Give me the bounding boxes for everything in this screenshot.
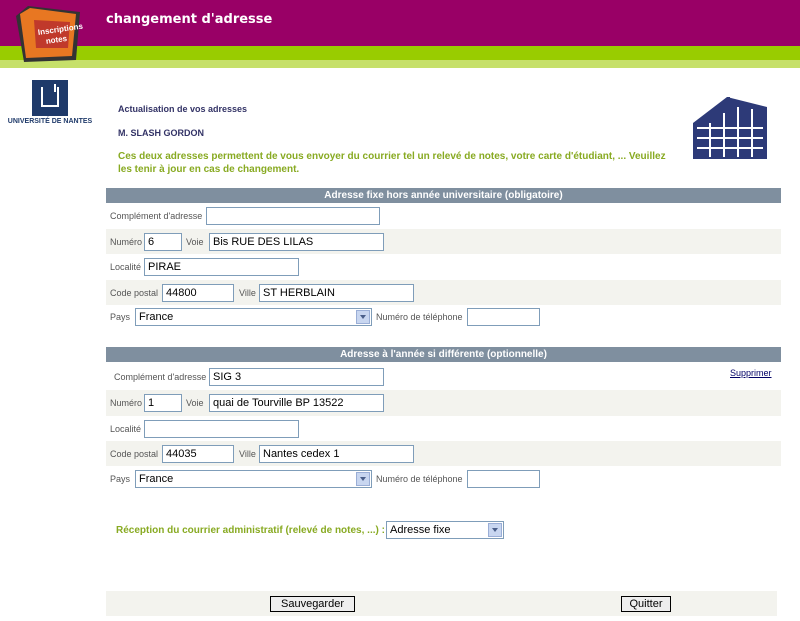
page-title: changement d'adresse: [106, 12, 273, 27]
university-logo: UNIVERSITÉ DE NANTES: [6, 80, 94, 125]
save-button[interactable]: Sauvegarder: [270, 596, 355, 612]
section1-heading: Adresse fixe hors année universitaire (o…: [106, 188, 781, 203]
quit-button[interactable]: Quitter: [621, 596, 671, 612]
s2-telephone-label: Numéro de téléphone: [376, 474, 463, 484]
reception-select[interactable]: Adresse fixe: [386, 521, 504, 539]
s1-telephone-input[interactable]: [467, 308, 540, 326]
s1-complement-row: Complément d'adresse: [106, 204, 781, 229]
s1-numero-label: Numéro: [110, 237, 143, 247]
section2-heading: Adresse à l'année si différente (optionn…: [106, 347, 781, 362]
s1-ville-label: Ville: [239, 288, 256, 298]
s1-localite-row: Localité PIRAE: [106, 254, 781, 280]
s2-pays-row: Pays France Numéro de téléphone: [106, 466, 781, 491]
s2-voie-label: Voie: [186, 398, 204, 408]
chevron-down-icon: [356, 472, 370, 486]
footer-bar: Sauvegarder Quitter: [106, 591, 777, 616]
s1-pays-row: Pays France Numéro de téléphone: [106, 305, 781, 330]
s2-code-postal-label: Code postal: [110, 449, 159, 459]
s1-complement-input[interactable]: [206, 207, 380, 225]
s1-code-postal-label: Code postal: [110, 288, 159, 298]
student-name: M. SLASH GORDON: [118, 128, 205, 138]
info-text: Ces deux adresses permettent de vous env…: [118, 151, 666, 175]
s2-ville-input[interactable]: Nantes cedex 1: [259, 445, 414, 463]
s1-pays-value: France: [139, 311, 174, 323]
s2-numero-label: Numéro: [110, 398, 143, 408]
s1-code-postal-input[interactable]: 44800: [162, 284, 234, 302]
s2-pays-label: Pays: [110, 474, 131, 484]
s2-complement-label: Complément d'adresse: [114, 372, 207, 382]
s2-pays-value: France: [139, 473, 174, 485]
section-title: Actualisation de vos adresses: [118, 104, 248, 114]
university-mark-icon: [32, 80, 68, 116]
building-illustration: [687, 93, 772, 161]
s1-voie-input[interactable]: Bis RUE DES LILAS: [209, 233, 384, 251]
inscriptions-notes-logo: Inscriptions notes: [16, 6, 84, 62]
s2-localite-label: Localité: [110, 424, 142, 434]
s1-ville-input[interactable]: ST HERBLAIN: [259, 284, 414, 302]
s1-pays-select[interactable]: France: [135, 308, 372, 326]
s2-pays-select[interactable]: France: [135, 470, 372, 488]
reception-label: Réception du courrier administratif (rel…: [116, 525, 385, 536]
s2-numero-row: Numéro 1 Voie quai de Tourville BP 13522: [106, 390, 781, 416]
s2-voie-input[interactable]: quai de Tourville BP 13522: [209, 394, 384, 412]
chevron-down-icon: [356, 310, 370, 324]
s1-numero-input[interactable]: 6: [144, 233, 182, 251]
s1-pays-label: Pays: [110, 312, 131, 322]
s2-localite-row: Localité: [106, 416, 781, 441]
delete-link[interactable]: Supprimer: [730, 368, 772, 378]
s1-numero-row: Numéro 6 Voie Bis RUE DES LILAS: [106, 229, 781, 254]
s1-localite-label: Localité: [110, 262, 142, 272]
s2-localite-input[interactable]: [144, 420, 299, 438]
reception-value: Adresse fixe: [390, 524, 451, 536]
header-bar: changement d'adresse: [0, 0, 800, 46]
s1-localite-input[interactable]: PIRAE: [144, 258, 299, 276]
s1-complement-label: Complément d'adresse: [110, 211, 203, 221]
s1-code-row: Code postal 44800 Ville ST HERBLAIN: [106, 280, 781, 305]
s2-telephone-input[interactable]: [467, 470, 540, 488]
s1-voie-label: Voie: [186, 237, 204, 247]
university-name: UNIVERSITÉ DE NANTES: [7, 118, 93, 125]
s2-code-postal-input[interactable]: 44035: [162, 445, 234, 463]
header-green-band: [0, 46, 800, 60]
s2-ville-label: Ville: [239, 449, 256, 459]
s2-complement-row: Complément d'adresse SIG 3 Supprimer: [106, 363, 781, 390]
s1-telephone-label: Numéro de téléphone: [376, 312, 463, 322]
s2-complement-input[interactable]: SIG 3: [209, 368, 384, 386]
chevron-down-icon: [488, 523, 502, 537]
header-light-green-band: [0, 60, 800, 68]
s2-numero-input[interactable]: 1: [144, 394, 182, 412]
s2-code-row: Code postal 44035 Ville Nantes cedex 1: [106, 441, 781, 466]
